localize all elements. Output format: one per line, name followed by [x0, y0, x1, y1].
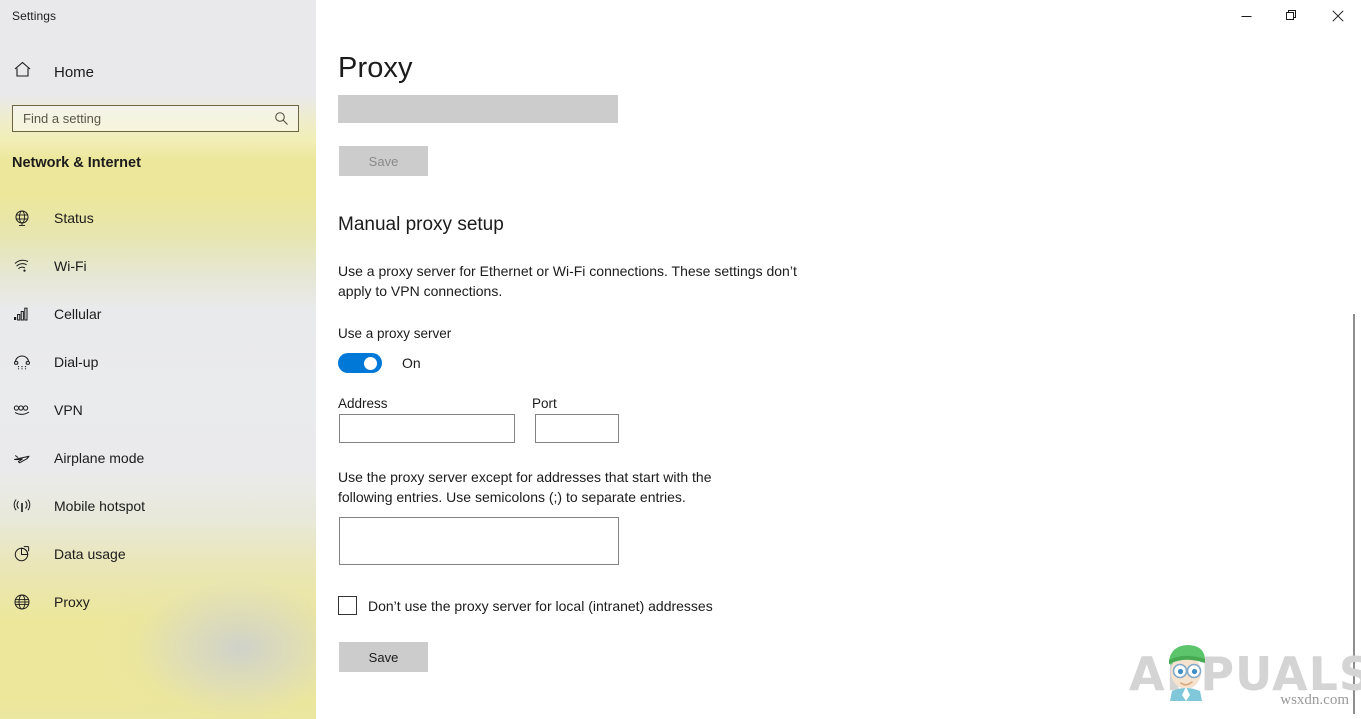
sidebar-item-mobile-hotspot[interactable]: Mobile hotspot — [0, 482, 316, 530]
close-icon — [1332, 10, 1344, 22]
use-proxy-server-label: Use a proxy server — [338, 326, 451, 341]
sidebar: Home Find a setting Network & Internet — [0, 0, 316, 719]
scrollbar-thumb[interactable] — [1353, 314, 1355, 714]
address-label: Address — [338, 396, 388, 411]
sidebar-item-cellular[interactable]: Cellular — [0, 290, 316, 338]
sidebar-item-label: Data usage — [54, 546, 126, 562]
port-input[interactable] — [535, 414, 619, 443]
use-proxy-server-toggle[interactable] — [338, 353, 382, 373]
sidebar-item-label: Wi-Fi — [54, 258, 87, 274]
vpn-icon — [13, 401, 39, 419]
sidebar-item-proxy[interactable]: Proxy — [0, 578, 316, 626]
title-bar: Settings — [0, 0, 1361, 32]
sidebar-home-label: Home — [54, 64, 94, 81]
sidebar-item-label: Status — [54, 210, 94, 226]
search-box[interactable]: Find a setting — [12, 105, 299, 132]
sidebar-item-status[interactable]: Status — [0, 194, 316, 242]
window-controls — [1223, 0, 1361, 32]
save-manual-proxy-button[interactable]: Save — [339, 642, 428, 672]
sidebar-item-airplane-mode[interactable]: Airplane mode — [0, 434, 316, 482]
page-title: Proxy — [338, 52, 413, 85]
address-input[interactable] — [339, 414, 515, 443]
bypass-local-label: Don’t use the proxy server for local (in… — [368, 598, 713, 614]
close-button[interactable] — [1315, 0, 1361, 32]
search-input[interactable]: Find a setting — [23, 111, 274, 126]
main-content: Proxy Use a proxy server for Ethernet or… — [316, 0, 1361, 719]
cellular-bars-icon — [13, 305, 39, 323]
settings-window: Settings — [0, 0, 1361, 719]
minimize-button[interactable] — [1223, 0, 1269, 32]
globe-status-icon — [13, 209, 39, 227]
sidebar-item-label: Proxy — [54, 594, 90, 610]
sidebar-item-label: Mobile hotspot — [54, 498, 145, 514]
dialup-phone-icon — [13, 353, 39, 371]
minimize-icon — [1241, 11, 1252, 22]
sidebar-item-vpn[interactable]: VPN — [0, 386, 316, 434]
save-script-button[interactable]: Save — [339, 146, 428, 176]
airplane-icon — [13, 449, 39, 467]
sidebar-item-label: Cellular — [54, 306, 101, 322]
script-address-field[interactable] — [338, 95, 618, 123]
search-icon[interactable] — [274, 111, 289, 126]
sidebar-item-dial-up[interactable]: Dial-up — [0, 338, 316, 386]
sidebar-item-wifi[interactable]: Wi-Fi — [0, 242, 316, 290]
window-title: Settings — [12, 9, 56, 23]
restore-icon — [1286, 10, 1298, 22]
hotspot-icon — [13, 497, 39, 515]
bypass-local-row[interactable]: Don’t use the proxy server for local (in… — [338, 596, 713, 615]
exceptions-input[interactable] — [339, 517, 619, 565]
sidebar-item-label: Airplane mode — [54, 450, 144, 466]
sidebar-item-data-usage[interactable]: Data usage — [0, 530, 316, 578]
home-icon — [13, 60, 41, 84]
sidebar-item-label: VPN — [54, 402, 83, 418]
bypass-local-checkbox[interactable] — [338, 596, 357, 615]
restore-button[interactable] — [1269, 0, 1315, 32]
exceptions-description: Use the proxy server except for addresse… — [338, 467, 768, 507]
toggle-knob — [364, 357, 377, 370]
sidebar-nav-list: Status Wi-Fi — [0, 194, 316, 626]
scrollbar[interactable] — [1347, 32, 1361, 719]
sidebar-item-home[interactable]: Home — [0, 54, 300, 90]
manual-proxy-heading: Manual proxy setup — [338, 214, 504, 236]
use-proxy-toggle-row: On — [338, 353, 421, 373]
sidebar-section-title: Network & Internet — [12, 155, 141, 171]
toggle-state-label: On — [402, 355, 421, 371]
pie-chart-icon — [13, 545, 39, 563]
sidebar-item-label: Dial-up — [54, 354, 98, 370]
wifi-icon — [13, 257, 39, 275]
manual-proxy-description: Use a proxy server for Ethernet or Wi-Fi… — [338, 261, 808, 301]
port-label: Port — [532, 396, 557, 411]
globe-icon — [13, 593, 39, 611]
